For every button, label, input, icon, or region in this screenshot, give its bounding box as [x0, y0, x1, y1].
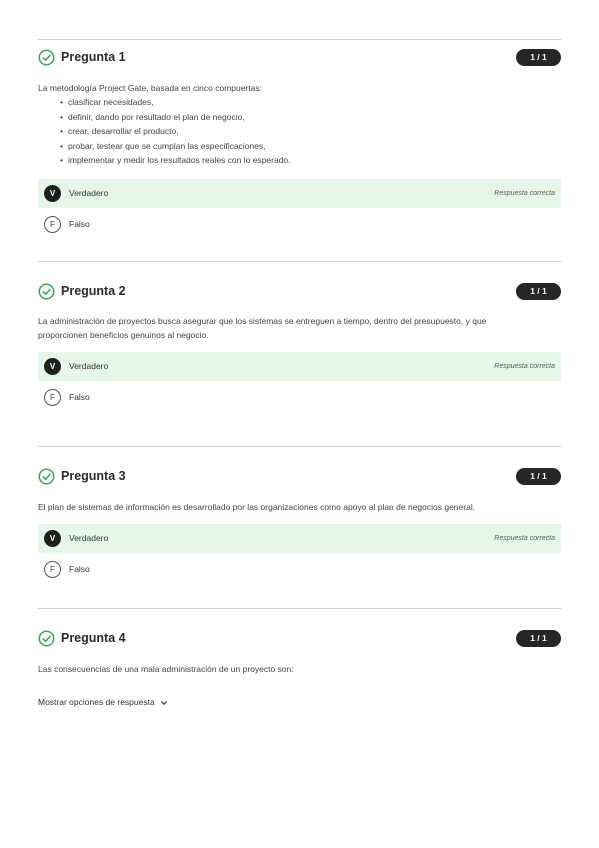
score-badge: 1 / 1 [516, 49, 561, 66]
question-divider [38, 261, 561, 262]
option-label: Verdadero [69, 361, 109, 371]
check-circle-icon [38, 468, 55, 485]
question-4: Pregunta 4 1 / 1 Las consecuencias de un… [38, 628, 561, 676]
option-badge: V [44, 358, 61, 375]
question-header: Pregunta 3 1 / 1 [38, 466, 561, 488]
question-text: El plan de sistemas de información es de… [38, 502, 476, 512]
check-circle-icon [38, 49, 55, 66]
score-badge: 1 / 1 [516, 630, 561, 647]
correct-answer-note: Respuesta correcta [494, 535, 555, 542]
question-header: Pregunta 4 1 / 1 [38, 628, 561, 650]
question-header: Pregunta 2 1 / 1 [38, 281, 561, 303]
option-label: Falso [69, 392, 90, 402]
answer-option-true: V Verdadero Respuesta correcta [38, 524, 561, 553]
bullet-item: definir, dando por resultado el plan de … [60, 110, 561, 125]
question-divider [38, 608, 561, 609]
check-circle-icon [38, 283, 55, 300]
question-title: Pregunta 1 [61, 50, 126, 64]
answer-option-true: V Verdadero Respuesta correcta [38, 178, 561, 208]
show-options-label: Mostrar opciones de respuesta [38, 697, 155, 707]
option-badge: F [44, 389, 61, 406]
question-title: Pregunta 3 [61, 469, 126, 483]
question-text: La metodología Project Gate, basada en c… [38, 83, 262, 93]
question-2: Pregunta 2 1 / 1 La administración de pr… [38, 281, 561, 412]
option-badge: F [44, 215, 61, 233]
question-bullet-list: clasificar necesidades, definir, dando p… [38, 95, 561, 168]
show-answer-options-link[interactable]: Mostrar opciones de respuesta [38, 696, 168, 708]
option-badge: V [44, 184, 61, 202]
quiz-review-page: Pregunta 1 1 / 1 La metodología Project … [0, 0, 599, 848]
option-label: Falso [69, 218, 90, 229]
answer-option-false: F Falso [38, 210, 561, 239]
option-badge: V [44, 530, 61, 547]
option-label: Falso [69, 564, 90, 574]
question-text: Las consecuencias de una mala administra… [38, 664, 294, 674]
bullet-item: clasificar necesidades, [60, 95, 561, 110]
option-label: Verdadero [69, 533, 109, 543]
question-text: La administración de proyectos busca ase… [38, 314, 561, 342]
question-title: Pregunta 2 [61, 284, 126, 298]
check-circle-icon [38, 630, 55, 647]
score-badge: 1 / 1 [516, 283, 561, 300]
bullet-item: implementar y medir los resultados reale… [60, 153, 561, 168]
option-badge: F [44, 561, 61, 578]
correct-answer-note: Respuesta correcta [494, 363, 555, 370]
option-label: Verdadero [69, 187, 109, 198]
question-1: Pregunta 1 1 / 1 La metodología Project … [38, 47, 561, 239]
answer-option-false: F Falso [38, 555, 561, 584]
question-title: Pregunta 4 [61, 631, 126, 645]
question-divider [38, 446, 561, 447]
bullet-item: probar, testear que se cumplan las espec… [60, 139, 561, 154]
bullet-item: crear, desarrollar el producto, [60, 124, 561, 139]
answer-option-false: F Falso [38, 383, 561, 412]
question-header: Pregunta 1 1 / 1 [38, 47, 561, 69]
question-text-line: La administración de proyectos busca ase… [38, 316, 487, 326]
score-badge: 1 / 1 [516, 468, 561, 485]
question-divider [38, 39, 561, 40]
question-text-line: proporcionen beneficios genuinos al nego… [38, 330, 209, 340]
answer-option-true: V Verdadero Respuesta correcta [38, 352, 561, 381]
chevron-down-icon [161, 700, 168, 705]
question-3: Pregunta 3 1 / 1 El plan de sistemas de … [38, 466, 561, 584]
correct-answer-note: Respuesta correcta [494, 189, 555, 197]
